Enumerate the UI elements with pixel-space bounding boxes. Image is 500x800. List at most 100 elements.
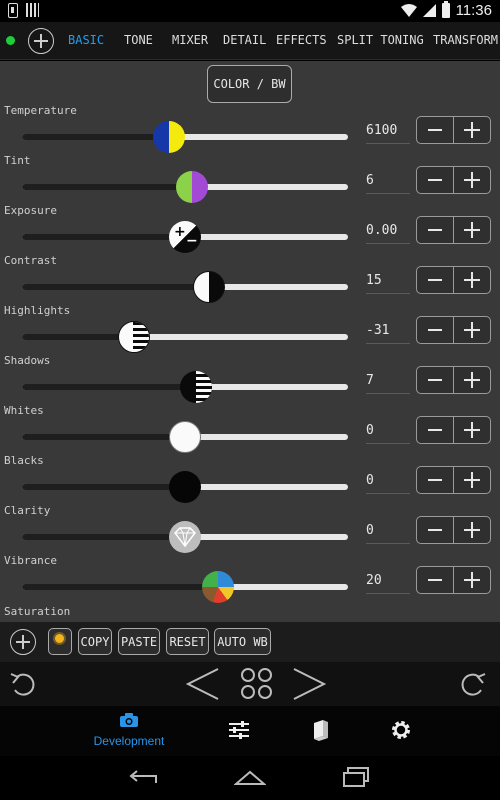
slider-value-shadows[interactable]: 7 — [366, 370, 410, 394]
copy-button[interactable]: COPY — [78, 628, 112, 655]
slider-fill — [22, 584, 218, 590]
tab-split-toning[interactable]: SPLIT TONING — [337, 33, 424, 47]
tab-effects[interactable]: EFFECTS — [276, 33, 327, 47]
add-preset-button[interactable] — [28, 28, 54, 54]
slider-value-clarity[interactable]: 0 — [366, 520, 410, 544]
decrement-shadows-button[interactable] — [416, 366, 454, 394]
slider-value-blacks[interactable]: 0 — [366, 470, 410, 494]
nav-adjustments[interactable] — [228, 720, 250, 744]
notification-icons — [8, 3, 39, 18]
back-icon[interactable] — [128, 768, 158, 788]
increment-vibrance-button[interactable] — [453, 566, 491, 594]
decrement-vibrance-button[interactable] — [416, 566, 454, 594]
decrement-exposure-button[interactable] — [416, 216, 454, 244]
clarity-knob[interactable] — [169, 521, 201, 553]
shadows-knob[interactable] — [180, 371, 213, 403]
slider-track-contrast[interactable] — [22, 284, 348, 290]
slider-value-temperature[interactable]: 6100 — [366, 120, 410, 144]
auto-wb-button[interactable]: AUTO WB — [214, 628, 271, 655]
highlights-knob[interactable] — [118, 321, 151, 353]
decrement-highlights-button[interactable] — [416, 316, 454, 344]
blacks-knob[interactable] — [169, 471, 201, 503]
book-icon — [314, 720, 328, 741]
tab-transform[interactable]: TRANSFORM — [433, 33, 498, 47]
slider-value-exposure[interactable]: 0.00 — [366, 220, 410, 244]
action-toolbar: COPY PASTE RESET AUTO WB — [0, 622, 500, 662]
slider-fill — [22, 134, 169, 140]
sim-card-icon — [8, 3, 18, 18]
tab-tone[interactable]: TONE — [124, 33, 153, 47]
slider-fill — [22, 534, 185, 540]
slider-value-vibrance[interactable]: 20 — [366, 570, 410, 594]
nav-development-label: Development — [93, 734, 165, 748]
status-bar: 11:36 — [0, 0, 500, 22]
undo-icon[interactable] — [8, 670, 38, 698]
cell-signal-icon — [422, 4, 436, 17]
whites-knob[interactable] — [169, 421, 201, 453]
grid-view-icon[interactable] — [238, 668, 276, 702]
temperature-knob[interactable] — [152, 121, 185, 153]
status-dot-icon — [6, 36, 15, 45]
increment-temperature-button[interactable] — [453, 116, 491, 144]
decrement-contrast-button[interactable] — [416, 266, 454, 294]
slider-value-tint[interactable]: 6 — [366, 170, 410, 194]
tab-basic[interactable]: BASIC — [68, 33, 104, 47]
decrement-whites-button[interactable] — [416, 416, 454, 444]
camera-icon — [120, 713, 138, 727]
slider-value-whites[interactable]: 0 — [366, 420, 410, 444]
slider-label-shadows: Shadows — [4, 354, 51, 367]
vibrance-knob[interactable] — [201, 571, 234, 603]
nav-library[interactable] — [310, 719, 332, 745]
slider-track-temperature[interactable] — [22, 134, 348, 140]
slider-value-highlights[interactable]: -31 — [366, 320, 410, 344]
color-bw-button[interactable]: COLOR / BW — [207, 65, 292, 103]
tab-mixer[interactable]: MIXER — [172, 33, 208, 47]
increment-highlights-button[interactable] — [453, 316, 491, 344]
tab-detail[interactable]: DETAIL — [223, 33, 266, 47]
slider-label-clarity: Clarity — [4, 504, 51, 517]
slider-value-contrast[interactable]: 15 — [366, 270, 410, 294]
decrement-blacks-button[interactable] — [416, 466, 454, 494]
nav-settings[interactable] — [390, 719, 412, 745]
diamond-icon — [174, 527, 196, 548]
slider-fill — [22, 284, 210, 290]
gear-icon — [392, 721, 410, 739]
increment-exposure-button[interactable] — [453, 216, 491, 244]
increment-shadows-button[interactable] — [453, 366, 491, 394]
redo-icon[interactable] — [458, 670, 488, 698]
decrement-temperature-button[interactable] — [416, 116, 454, 144]
slider-label-vibrance: Vibrance — [4, 554, 57, 567]
increment-tint-button[interactable] — [453, 166, 491, 194]
wifi-icon — [400, 3, 417, 17]
exposure-knob[interactable]: + − — [169, 221, 201, 253]
increment-blacks-button[interactable] — [453, 466, 491, 494]
next-photo-icon[interactable] — [292, 667, 326, 701]
slider-label-temperature: Temperature — [4, 104, 77, 117]
previous-photo-icon[interactable] — [186, 667, 220, 701]
tint-knob[interactable] — [175, 171, 208, 203]
paste-button[interactable]: PASTE — [118, 628, 160, 655]
recent-apps-icon[interactable] — [342, 766, 372, 788]
slider-fill — [22, 434, 185, 440]
auto-tone-button[interactable] — [48, 628, 72, 655]
reset-button[interactable]: RESET — [166, 628, 209, 655]
slider-track-vibrance[interactable] — [22, 584, 348, 590]
photo-navigation — [0, 662, 500, 706]
slider-label-blacks: Blacks — [4, 454, 44, 467]
add-button[interactable] — [10, 629, 36, 655]
slider-label-contrast: Contrast — [4, 254, 57, 267]
contrast-knob[interactable] — [193, 271, 226, 303]
slider-label-highlights: Highlights — [4, 304, 71, 317]
decrement-tint-button[interactable] — [416, 166, 454, 194]
slider-fill — [22, 234, 185, 240]
slider-track-highlights[interactable] — [22, 334, 348, 340]
home-icon[interactable] — [234, 768, 266, 786]
battery-icon — [441, 1, 450, 18]
nav-development[interactable]: Development — [90, 712, 168, 748]
adjustments-panel: COLOR / BW Temperature 6100 Tint 6 Exposure +… — [0, 61, 500, 622]
increment-whites-button[interactable] — [453, 416, 491, 444]
increment-contrast-button[interactable] — [453, 266, 491, 294]
increment-clarity-button[interactable] — [453, 516, 491, 544]
decrement-clarity-button[interactable] — [416, 516, 454, 544]
barcode-icon — [26, 3, 39, 17]
